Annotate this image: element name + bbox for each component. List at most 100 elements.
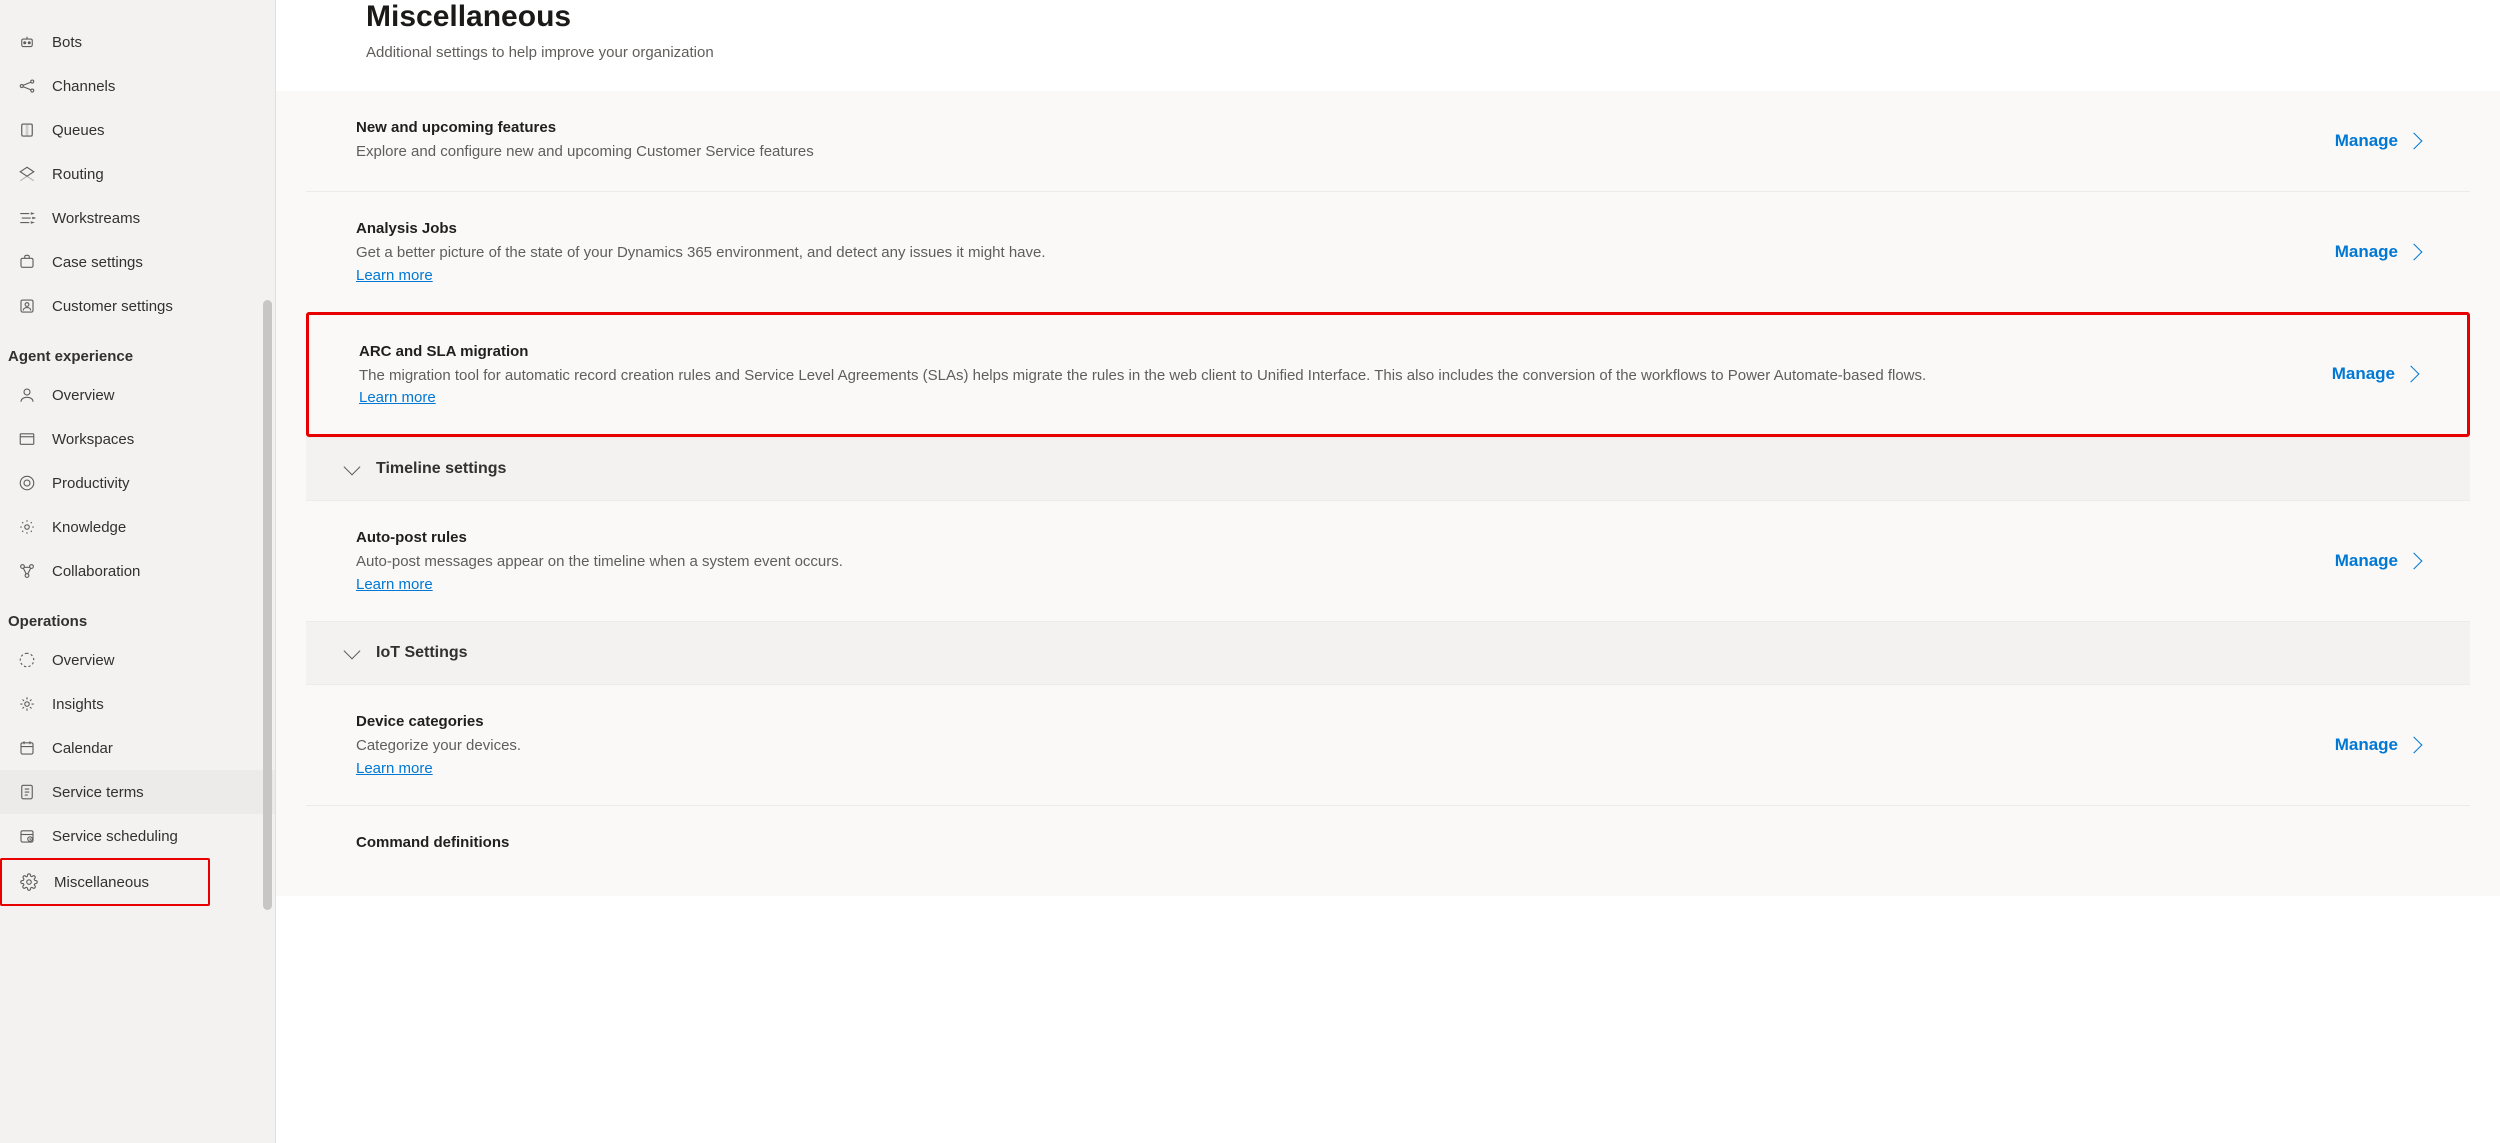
sidebar-item-agent-overview[interactable]: Overview: [0, 373, 275, 417]
gear-icon: [18, 871, 40, 893]
sidebar-item-label: Overview: [52, 387, 115, 404]
section-title: Timeline settings: [376, 460, 506, 478]
sidebar-item-knowledge[interactable]: Knowledge: [0, 505, 275, 549]
customer-settings-icon: [16, 295, 38, 317]
card-autopost: Auto-post rules Auto-post messages appea…: [306, 500, 2470, 621]
section-header-iot[interactable]: IoT Settings: [306, 621, 2470, 684]
main-content: Miscellaneous Additional settings to hel…: [276, 0, 2500, 1143]
sidebar-item-productivity[interactable]: Productivity: [0, 461, 275, 505]
sidebar-item-label: Productivity: [52, 475, 130, 492]
sidebar-group-operations: Operations: [0, 593, 275, 638]
sidebar-item-service-terms[interactable]: Service terms: [0, 770, 275, 814]
card-command-definitions: Command definitions: [306, 805, 2470, 856]
sidebar-item-label: Channels: [52, 78, 115, 95]
page-header: Miscellaneous Additional settings to hel…: [276, 0, 2500, 91]
page-title: Miscellaneous: [366, 0, 2410, 34]
manage-label: Manage: [2335, 551, 2398, 571]
knowledge-icon: [16, 516, 38, 538]
sidebar-item-queues[interactable]: Queues: [0, 108, 275, 152]
card-analysis: Analysis Jobs Get a better picture of th…: [306, 191, 2470, 312]
sidebar-item-label: Case settings: [52, 254, 143, 271]
manage-button-arc-sla[interactable]: Manage: [2332, 364, 2417, 384]
manage-label: Manage: [2335, 131, 2398, 151]
section-header-timeline[interactable]: Timeline settings: [306, 437, 2470, 500]
sidebar-item-routing[interactable]: Routing: [0, 152, 275, 196]
card-title: Device categories: [356, 713, 2295, 730]
sidebar-group-agent-experience: Agent experience: [0, 328, 275, 373]
learn-more-link-autopost[interactable]: Learn more: [356, 576, 433, 593]
sidebar-item-label: Workspaces: [52, 431, 134, 448]
card-desc: Explore and configure new and upcoming C…: [356, 141, 2295, 163]
card-desc: The migration tool for automatic record …: [359, 365, 2292, 387]
case-settings-icon: [16, 251, 38, 273]
card-desc: Get a better picture of the state of you…: [356, 242, 2295, 264]
chevron-right-icon: [2406, 243, 2423, 260]
card-title: Command definitions: [356, 834, 2420, 851]
sidebar-item-calendar[interactable]: Calendar: [0, 726, 275, 770]
manage-button-autopost[interactable]: Manage: [2335, 551, 2420, 571]
sidebar-item-miscellaneous[interactable]: Miscellaneous: [0, 858, 210, 906]
sidebar-nav: Bots Channels Queues Routing Workstreams…: [0, 0, 276, 1143]
channels-icon: [16, 75, 38, 97]
insights-icon: [16, 693, 38, 715]
service-scheduling-icon: [16, 825, 38, 847]
workspaces-icon: [16, 428, 38, 450]
page-subtitle: Additional settings to help improve your…: [366, 44, 2410, 61]
sidebar-item-label: Insights: [52, 696, 104, 713]
sidebar-item-service-scheduling[interactable]: Service scheduling: [0, 814, 275, 858]
sidebar-item-collaboration[interactable]: Collaboration: [0, 549, 275, 593]
queues-icon: [16, 119, 38, 141]
sidebar-item-label: Routing: [52, 166, 104, 183]
sidebar-item-ops-overview[interactable]: Overview: [0, 638, 275, 682]
sidebar-item-label: Overview: [52, 652, 115, 669]
sidebar-item-label: Queues: [52, 122, 105, 139]
manage-button-device[interactable]: Manage: [2335, 735, 2420, 755]
card-title: Analysis Jobs: [356, 220, 2295, 237]
chevron-down-icon: [344, 459, 361, 476]
sidebar-item-channels[interactable]: Channels: [0, 64, 275, 108]
sidebar-item-workstreams[interactable]: Workstreams: [0, 196, 275, 240]
productivity-icon: [16, 472, 38, 494]
sidebar-item-label: Collaboration: [52, 563, 140, 580]
manage-button-analysis[interactable]: Manage: [2335, 242, 2420, 262]
sidebar-item-insights[interactable]: Insights: [0, 682, 275, 726]
chevron-right-icon: [2403, 366, 2420, 383]
chevron-right-icon: [2406, 736, 2423, 753]
sidebar-item-bots[interactable]: Bots: [0, 20, 275, 64]
sidebar-item-customer-settings[interactable]: Customer settings: [0, 284, 275, 328]
card-desc: Auto-post messages appear on the timelin…: [356, 551, 2295, 573]
chevron-right-icon: [2406, 132, 2423, 149]
ops-overview-icon: [16, 649, 38, 671]
sidebar-item-label: Calendar: [52, 740, 113, 757]
card-title: New and upcoming features: [356, 119, 2295, 136]
routing-icon: [16, 163, 38, 185]
card-title: ARC and SLA migration: [359, 343, 2292, 360]
calendar-icon: [16, 737, 38, 759]
learn-more-link-analysis[interactable]: Learn more: [356, 267, 433, 284]
sidebar-item-label: Service terms: [52, 784, 144, 801]
sidebar-item-case-settings[interactable]: Case settings: [0, 240, 275, 284]
sidebar-item-workspaces[interactable]: Workspaces: [0, 417, 275, 461]
chevron-right-icon: [2406, 553, 2423, 570]
service-terms-icon: [16, 781, 38, 803]
card-device-categories: Device categories Categorize your device…: [306, 684, 2470, 805]
sidebar-item-label: Workstreams: [52, 210, 140, 227]
sidebar-item-label: Service scheduling: [52, 828, 178, 845]
sidebar-item-label: Knowledge: [52, 519, 126, 536]
learn-more-link-arc-sla[interactable]: Learn more: [359, 389, 436, 406]
sidebar-item-label: Bots: [52, 34, 82, 51]
card-desc: Categorize your devices.: [356, 735, 2295, 757]
learn-more-link-device[interactable]: Learn more: [356, 760, 433, 777]
sidebar-scrollbar[interactable]: [263, 300, 272, 910]
content-area: New and upcoming features Explore and co…: [276, 91, 2500, 896]
bot-icon: [16, 31, 38, 53]
card-title: Auto-post rules: [356, 529, 2295, 546]
workstreams-icon: [16, 207, 38, 229]
manage-label: Manage: [2335, 735, 2398, 755]
manage-button-new-features[interactable]: Manage: [2335, 131, 2420, 151]
sidebar-item-label: Miscellaneous: [54, 874, 149, 891]
collaboration-icon: [16, 560, 38, 582]
person-icon: [16, 384, 38, 406]
manage-label: Manage: [2335, 242, 2398, 262]
card-arc-sla: ARC and SLA migration The migration tool…: [306, 312, 2470, 438]
